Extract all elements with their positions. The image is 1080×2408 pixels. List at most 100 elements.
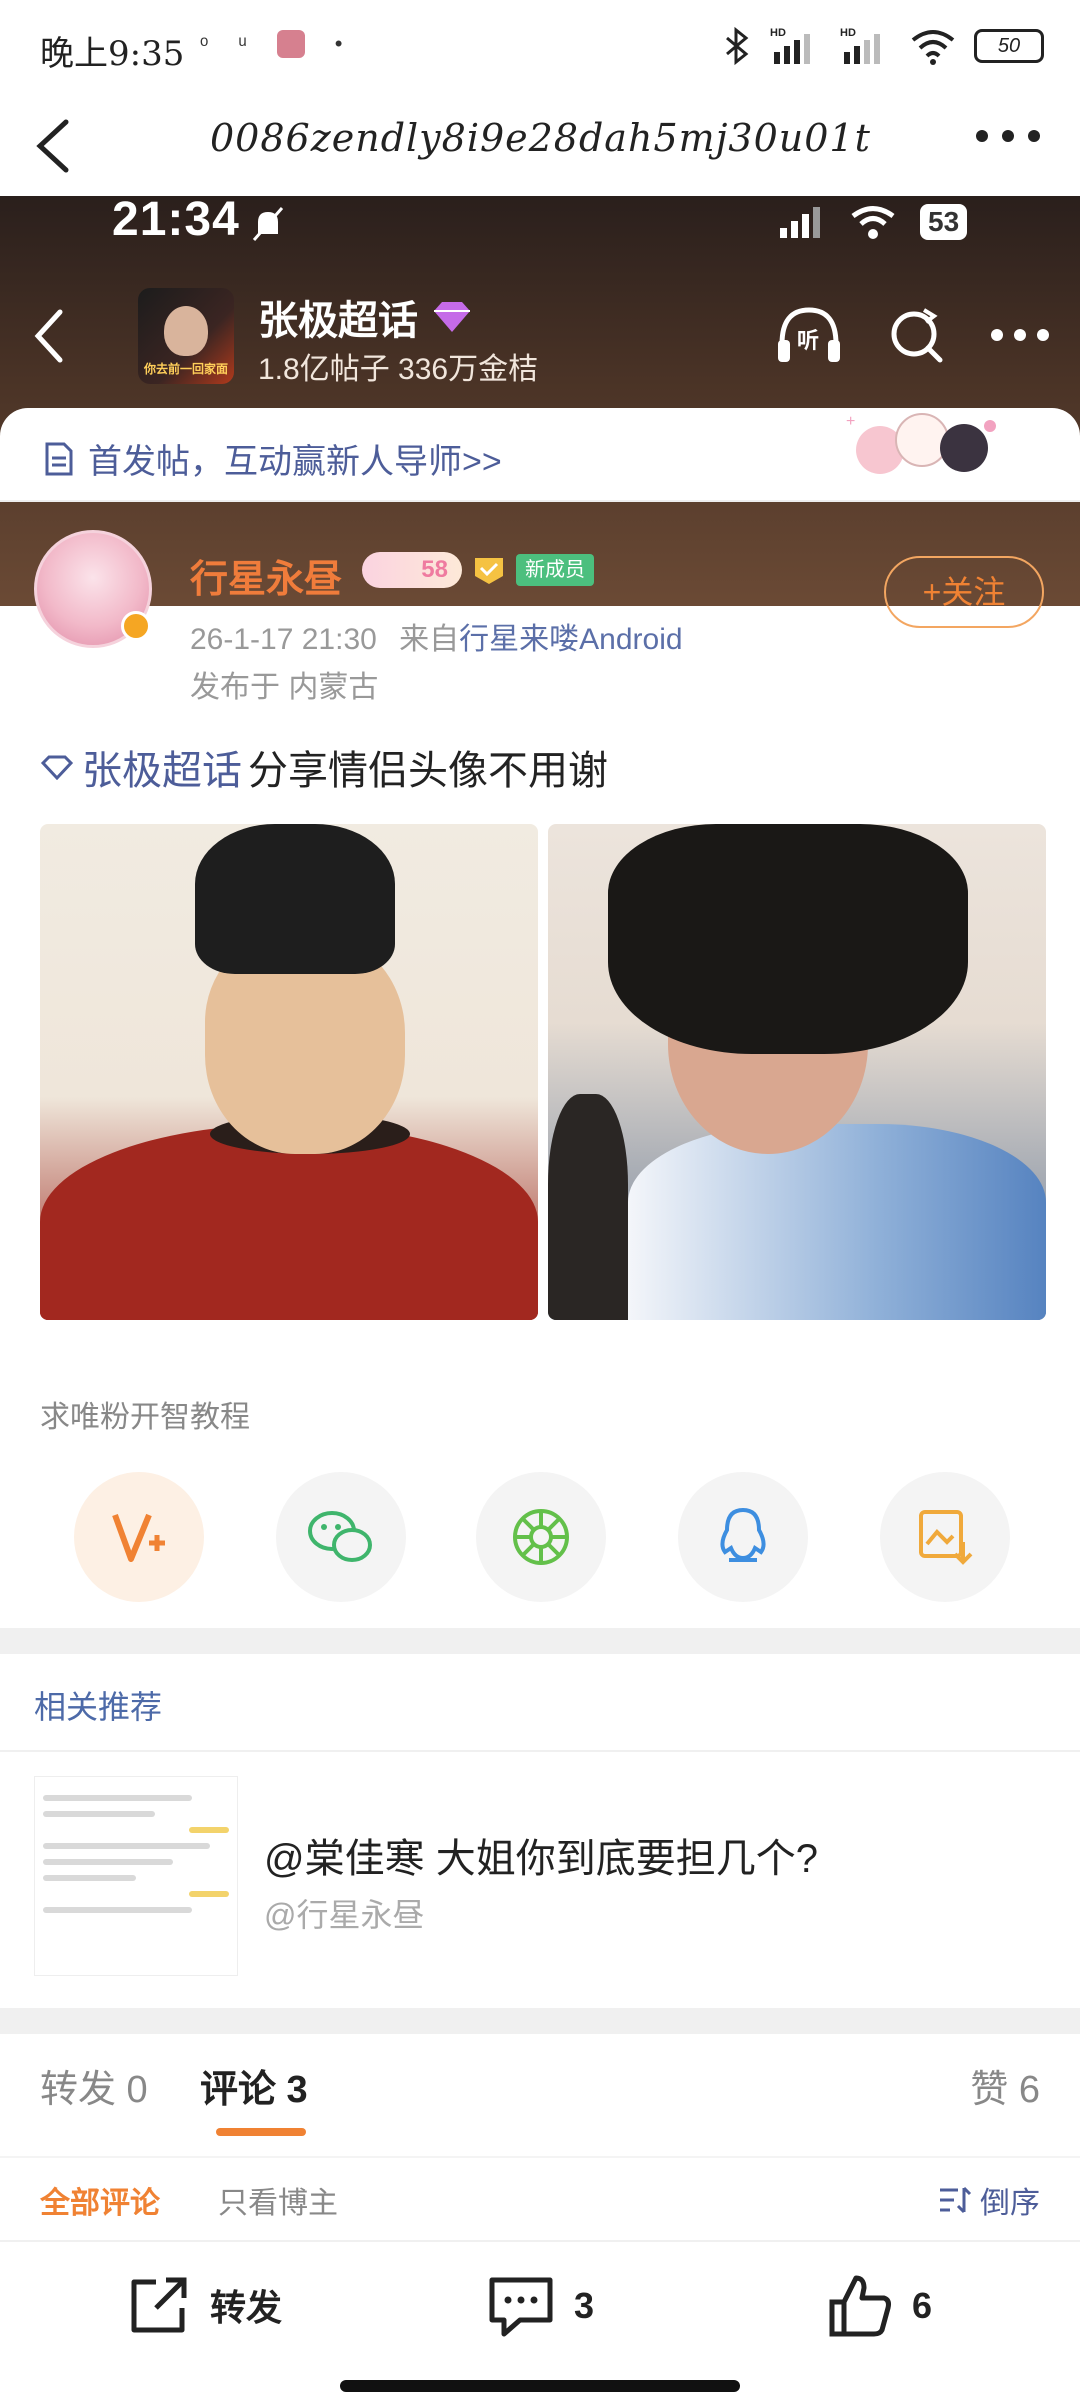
new-member-badge: 新成员 — [516, 554, 594, 586]
related-post-author: @行星永昼 — [264, 1897, 425, 1933]
forward-action-label: 转发 — [210, 2287, 283, 2328]
post-source[interactable]: 行星来喽Android — [459, 623, 682, 656]
signal-icon-1: HD — [770, 27, 810, 64]
topic-title-text: 张极超话 — [258, 299, 418, 343]
image-filename: 0086zendly8i9e28dah5mj30u01t… — [210, 116, 870, 160]
section-divider — [0, 1628, 1080, 1654]
svg-text:+: + — [846, 413, 855, 430]
system-status-bar: 晚上9:35 ᵒ ᵘ • HD HD 50 — [0, 0, 1080, 96]
share-moments-button[interactable] — [476, 1472, 606, 1602]
notification-icons: ᵒ ᵘ • — [200, 30, 342, 58]
topic-diamond-icon — [40, 755, 74, 780]
banner-label: 首发帖，互动赢新人导师>> — [44, 434, 502, 483]
save-image-button[interactable] — [880, 1472, 1010, 1602]
inner-battery: 53 — [920, 204, 968, 240]
moments-icon — [513, 1509, 569, 1565]
glyph-icon: ᵘ — [238, 31, 247, 56]
topic-link[interactable]: 张极超话 — [40, 738, 242, 796]
comment-icon — [489, 2277, 553, 2337]
qq-icon — [720, 1507, 766, 1562]
post-text: 分享情侣头像不用谢 — [248, 749, 608, 793]
post-image-photo[interactable] — [548, 824, 1046, 1320]
fan-badge-icon — [475, 558, 503, 584]
app-icon — [276, 30, 305, 58]
sort-icon — [940, 2186, 972, 2214]
screenshot-content: 21:34 53 你去前一回家面 张极超话 1.8亿帖子 336万金桔 听 首发… — [0, 196, 1080, 2408]
system-indicators: HD HD 50 — [722, 26, 1044, 66]
bottom-action-bar: 转发 3 6 — [0, 2240, 1080, 2368]
newcomer-banner[interactable]: 首发帖，互动赢新人导师>> + — [0, 408, 1080, 502]
tab-forward[interactable]: 转发 0 — [40, 2058, 148, 2113]
viewer-title-bar: 0086zendly8i9e28dah5mj30u01t… — [0, 96, 1080, 196]
post-location: 发布于 内蒙古 — [190, 671, 379, 704]
related-title: 相关推荐 — [34, 1689, 163, 1725]
level-badge: 58 — [362, 552, 462, 588]
sort-order-label: 倒序 — [980, 2187, 1040, 2220]
inner-time: 21:34 — [112, 196, 240, 246]
home-indicator[interactable] — [340, 2380, 740, 2392]
inner-signal-icon — [780, 207, 820, 238]
topic-title: 张极超话 — [258, 288, 474, 346]
document-icon — [45, 442, 73, 475]
like-action[interactable]: 6 — [826, 2272, 932, 2340]
topic-stats: 1.8亿帖子 336万金桔 — [258, 353, 539, 386]
share-wechat-button[interactable] — [276, 1472, 406, 1602]
back-icon[interactable] — [30, 118, 78, 174]
svg-text:HD: HD — [840, 27, 856, 39]
sort-order-button[interactable]: 倒序 — [938, 2178, 1040, 2222]
comment-filter: 全部评论 只看博主 倒序 — [0, 2156, 1080, 2238]
signal-icon-2: HD — [840, 27, 880, 64]
topic-more-icon[interactable] — [990, 328, 1050, 342]
topic-thumbnail[interactable]: 你去前一回家面 — [138, 288, 234, 384]
svg-text:HD: HD — [770, 27, 786, 39]
weibo-icon: ᵒ — [200, 31, 209, 56]
like-count: 6 — [912, 2285, 933, 2326]
topic-back-icon[interactable] — [30, 306, 70, 366]
post-date: 26-1-17 21:30 — [190, 623, 377, 656]
follow-button[interactable]: +关注 — [884, 556, 1044, 628]
comment-action[interactable]: 3 — [486, 2272, 594, 2340]
filter-author-only[interactable]: 只看博主 — [218, 2178, 338, 2222]
related-post-title[interactable]: @棠佳寒 大姐你到底要担几个? — [264, 1826, 818, 1884]
section-divider-2 — [0, 2008, 1080, 2034]
wechat-icon — [308, 1511, 372, 1562]
share-qq-button[interactable] — [678, 1472, 808, 1602]
more-menu-icon[interactable] — [976, 130, 1040, 142]
interaction-tabs: 转发 0 评论 3 赞 6 — [0, 2036, 1080, 2146]
tutorial-text: 求唯粉开智教程 — [40, 1401, 250, 1434]
related-divider — [0, 1750, 1080, 1752]
author-avatar[interactable] — [34, 530, 152, 648]
verified-badge — [121, 611, 151, 641]
dot-icon: • — [334, 31, 343, 56]
tab-comments[interactable]: 评论 3 — [200, 2058, 308, 2113]
save-image-icon — [919, 1510, 973, 1565]
wifi-icon — [911, 30, 955, 65]
filter-all-comments[interactable]: 全部评论 — [40, 2178, 160, 2222]
listen-icon[interactable]: 听 — [774, 304, 844, 366]
topic-actions: 听 — [774, 304, 1050, 366]
comment-count: 3 — [574, 2285, 595, 2326]
post-meta: 26-1-17 21:30 来自行星来喽Android — [190, 614, 683, 658]
post-body: 张极超话 分享情侣头像不用谢 — [40, 738, 608, 796]
inner-status-icons: 53 — [778, 204, 968, 240]
topic-link-text: 张极超话 — [82, 749, 242, 793]
battery-indicator: 50 — [974, 29, 1044, 63]
forward-action[interactable]: 转发 — [126, 2272, 282, 2338]
bluetooth-icon — [726, 26, 749, 66]
related-thumbnail[interactable] — [34, 1776, 238, 1976]
share-weibo-button[interactable] — [74, 1472, 204, 1602]
mascot-illustration: + — [846, 413, 996, 474]
mute-bell-icon — [252, 207, 284, 241]
thumbs-up-icon — [829, 2275, 891, 2337]
inner-wifi-icon — [851, 206, 895, 239]
system-time: 晚上9:35 — [40, 34, 185, 74]
active-tab-indicator — [216, 2128, 306, 2136]
tab-likes[interactable]: 赞 6 — [970, 2058, 1040, 2113]
super-topic-header: 21:34 53 你去前一回家面 张极超话 1.8亿帖子 336万金桔 听 — [0, 196, 1080, 606]
author-name[interactable]: 行星永昼 — [190, 548, 342, 603]
post-image-painting[interactable] — [40, 824, 538, 1320]
diamond-icon — [434, 302, 470, 332]
svg-text:听: 听 — [797, 328, 819, 353]
share-forward-icon — [131, 2277, 187, 2333]
refresh-search-icon[interactable] — [888, 306, 946, 364]
